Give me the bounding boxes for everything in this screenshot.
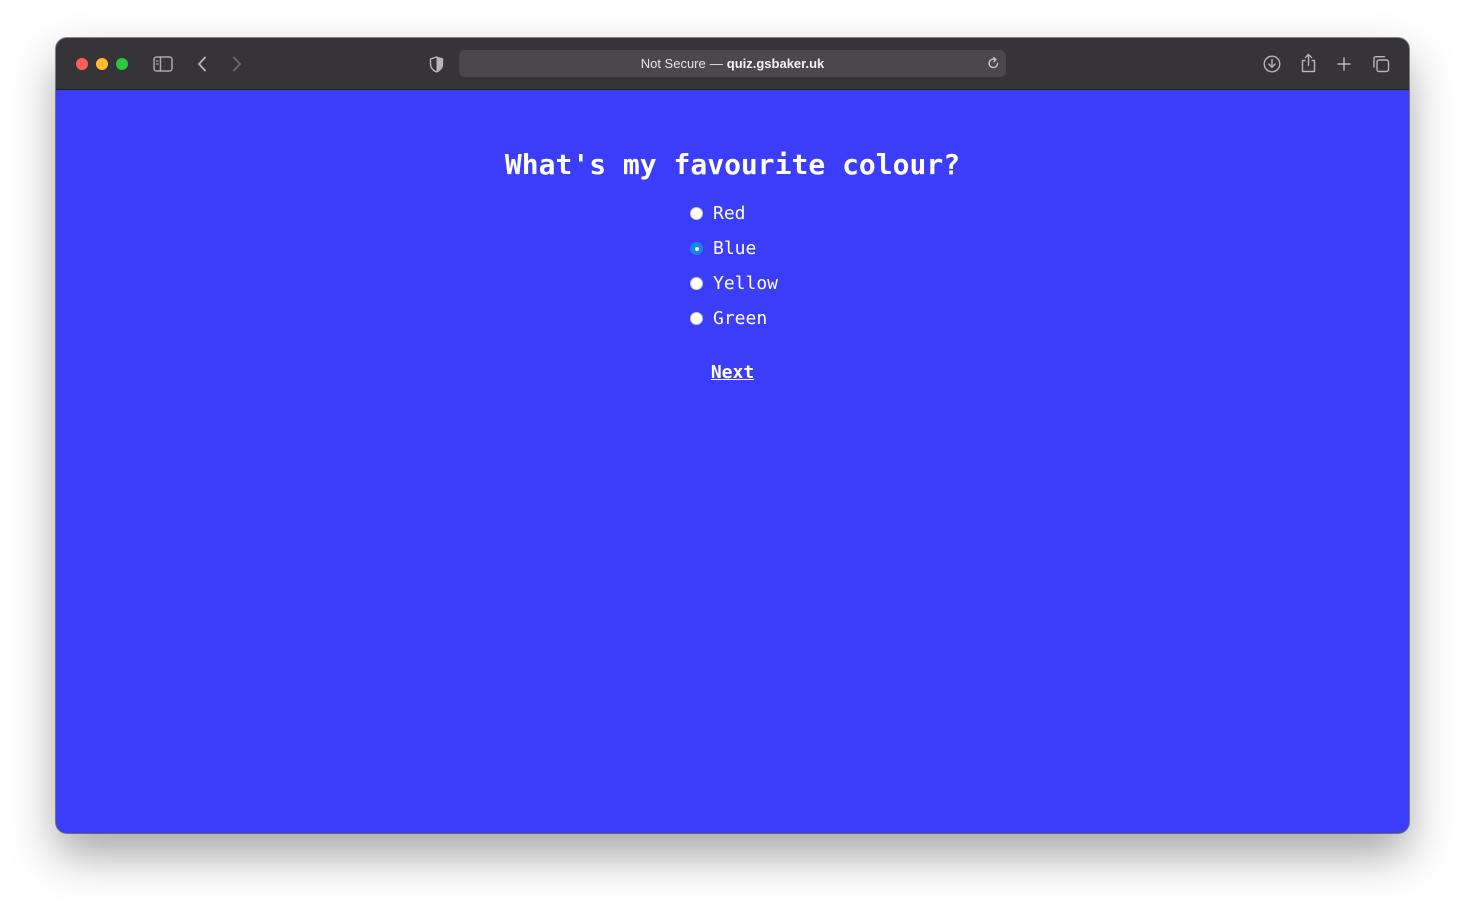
option-label: Yellow xyxy=(713,273,779,294)
option-red[interactable]: Red xyxy=(690,196,778,231)
option-green[interactable]: Green xyxy=(690,301,778,336)
radio-button-selected[interactable] xyxy=(690,242,703,255)
back-icon[interactable] xyxy=(194,54,210,74)
address-separator: — xyxy=(709,56,723,71)
option-label: Blue xyxy=(713,238,757,259)
browser-window: Not Secure — quiz.gsbaker.uk What's my f… xyxy=(56,38,1409,833)
radio-button[interactable] xyxy=(690,312,703,325)
address-security-label: Not Secure xyxy=(640,56,706,71)
radio-button[interactable] xyxy=(690,207,703,220)
forward-icon[interactable] xyxy=(229,54,245,74)
answer-options: Red Blue Yellow Green xyxy=(690,196,778,336)
browser-toolbar: Not Secure — quiz.gsbaker.uk xyxy=(56,38,1409,90)
reload-icon[interactable] xyxy=(987,56,1000,73)
shield-icon[interactable] xyxy=(427,54,445,74)
minimize-window-button[interactable] xyxy=(96,58,108,70)
page-content: What's my favourite colour? Red Blue Yel… xyxy=(56,90,1409,833)
option-label: Red xyxy=(713,203,746,224)
address-host: quiz.gsbaker.uk xyxy=(726,56,825,71)
option-yellow[interactable]: Yellow xyxy=(690,266,778,301)
option-label: Green xyxy=(713,308,768,329)
next-link[interactable]: Next xyxy=(56,362,1409,383)
close-window-button[interactable] xyxy=(76,58,88,70)
share-icon[interactable] xyxy=(1299,52,1317,74)
new-tab-icon[interactable] xyxy=(1335,54,1353,74)
address-bar[interactable]: Not Secure — quiz.gsbaker.uk xyxy=(459,50,1006,77)
download-icon[interactable] xyxy=(1262,54,1282,74)
maximize-window-button[interactable] xyxy=(116,58,128,70)
sidebar-icon[interactable] xyxy=(152,54,174,74)
option-blue[interactable]: Blue xyxy=(690,231,778,266)
tab-overview-icon[interactable] xyxy=(1371,54,1391,74)
question-heading: What's my favourite colour? xyxy=(504,148,961,181)
radio-button[interactable] xyxy=(690,277,703,290)
